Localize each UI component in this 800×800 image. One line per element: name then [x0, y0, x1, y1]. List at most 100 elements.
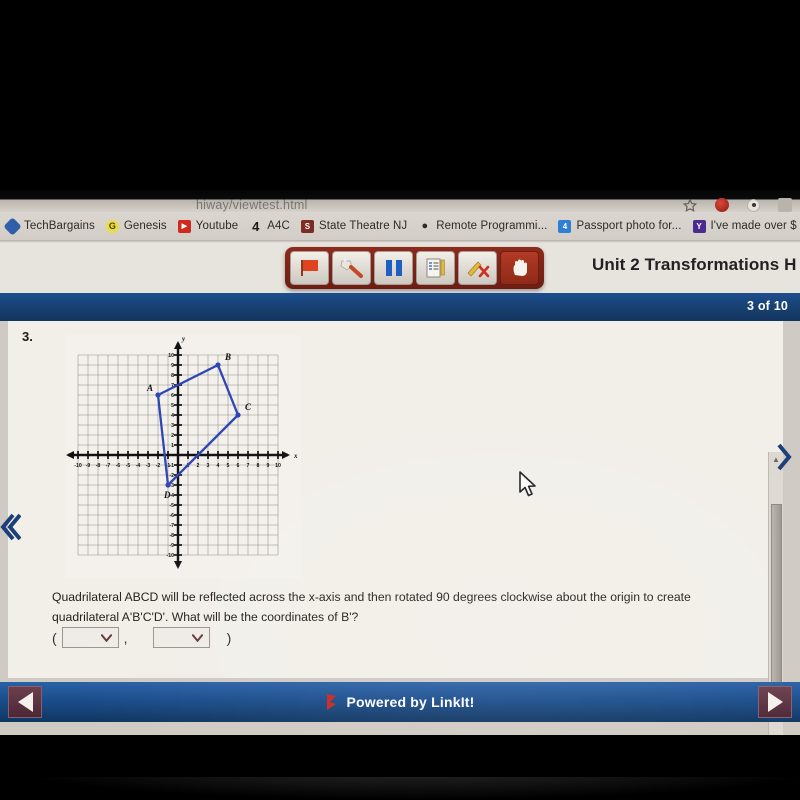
y-tick-label: 9	[171, 363, 174, 369]
test-toolbar-area: Unit 2 Transformations H	[0, 243, 800, 293]
hand-stop-tool-button[interactable]	[500, 251, 539, 285]
x-tick-label: -8	[96, 463, 101, 469]
y-tick-label: -6	[169, 513, 174, 519]
bookmark-passport-photo[interactable]: 4 Passport photo for...	[558, 219, 682, 233]
bookmark-youtube[interactable]: ▶ Youtube	[177, 219, 239, 233]
x-tick-label: 4	[217, 463, 220, 469]
strike-tool-button[interactable]	[458, 251, 497, 285]
monitor-bezel-glow	[0, 777, 800, 800]
test-navigation-bar: Powered by LinkIt!	[0, 682, 800, 722]
bookmark-label: Passport photo for...	[576, 220, 682, 232]
x-tick-label: 3	[207, 463, 210, 469]
y-tick-label: -7	[169, 523, 174, 529]
vertex-point	[215, 362, 221, 368]
x-tick-label: -4	[136, 463, 141, 469]
bookmark-label: Youtube	[195, 220, 239, 232]
y-tick-label: -5	[169, 503, 174, 509]
bookmark-label: A4C	[267, 220, 290, 232]
x-tick-label: -7	[106, 463, 111, 469]
y-tick-label: 3	[171, 423, 174, 429]
bookmark-state-theatre[interactable]: S State Theatre NJ	[300, 219, 408, 233]
vertex-point	[155, 392, 161, 398]
bookmark-remote-programming[interactable]: ● Remote Programmi...	[418, 220, 547, 233]
a4c-icon: 4	[252, 218, 260, 234]
test-tool-palette	[285, 247, 544, 289]
next-question-button[interactable]	[758, 686, 792, 718]
question-number: 3.	[22, 329, 33, 344]
next-section-chevron[interactable]	[772, 440, 796, 474]
x-tick-label: 10	[275, 463, 281, 469]
photo-of-screen: hiway/viewtest.html TechBargains G Genes	[0, 0, 800, 800]
bookmark-label: Genesis	[123, 220, 167, 232]
x-axis-label: x	[293, 452, 298, 460]
youtube-icon: ▶	[177, 219, 191, 233]
bookmark-label: I've made over $	[710, 220, 797, 232]
bookmark-label: State Theatre NJ	[318, 220, 408, 232]
flag-tool-button[interactable]	[290, 251, 329, 285]
x-tick-label: 8	[257, 463, 260, 469]
y-tick-label: 10	[168, 353, 174, 359]
bookmark-techbargains[interactable]: TechBargains	[3, 216, 95, 236]
open-paren: (	[52, 629, 57, 646]
x-tick-label: 7	[247, 463, 250, 469]
browser-url-bar[interactable]: hiway/viewtest.html	[0, 190, 800, 212]
vertex-point	[235, 412, 241, 418]
vertex-label: C	[245, 402, 252, 412]
remote-programming-icon: ●	[421, 220, 429, 232]
x-tick-label: 5	[227, 463, 230, 469]
arrow-cursor	[519, 471, 536, 497]
flag-icon	[300, 260, 318, 276]
notes-tool-button[interactable]	[416, 251, 455, 285]
double-chevron-left-icon	[0, 513, 21, 541]
pencil-strike-icon	[467, 261, 489, 278]
pause-tool-button[interactable]	[374, 251, 413, 285]
answer-y-dropdown[interactable]	[152, 627, 210, 648]
y-tick-label: -8	[169, 533, 174, 539]
x-tick-label: -6	[116, 463, 121, 469]
y-tick-label: -1	[169, 463, 174, 469]
left-triangle-icon	[17, 692, 33, 712]
y-tick-label: 8	[171, 373, 174, 379]
y-tick-label: 4	[171, 413, 174, 419]
bookmark-label: TechBargains	[24, 220, 95, 232]
bookmark-genesis[interactable]: G Genesis	[105, 219, 167, 233]
previous-question-button[interactable]	[8, 686, 42, 718]
answer-input-row: ( , )	[52, 627, 231, 648]
test-title: Unit 2 Transformations H	[592, 255, 797, 274]
graph-background	[66, 335, 301, 578]
url-text: hiway/viewtest.html	[196, 198, 308, 212]
eraser-tool-button[interactable]	[332, 251, 371, 285]
vertex-point	[165, 482, 171, 488]
bookmark-yahoo-money[interactable]: Y I've made over $	[692, 219, 797, 233]
double-chevron-right-icon	[777, 443, 792, 471]
prev-section-chevron[interactable]	[0, 510, 22, 544]
coordinate-graph: -10 -9 -8 -7 -6 -5 -4 -3 -2 -1 1 2 3 4 5 6 7 8 9 10 10 9 8 7 6 5 4…	[66, 335, 301, 578]
chevron-down-icon	[191, 633, 203, 642]
x-tick-label: -3	[146, 463, 151, 469]
answer-x-dropdown[interactable]	[61, 627, 119, 648]
y-tick-label: 5	[171, 403, 174, 409]
linkit-flag-icon	[327, 694, 337, 710]
y-tick-label: 1	[171, 443, 174, 449]
y-tick-label: -9	[169, 543, 174, 549]
bookmark-a4c[interactable]: 4 A4C	[249, 218, 290, 234]
genesis-icon: G	[105, 219, 119, 233]
dot-extension-icon[interactable]	[747, 198, 760, 212]
techbargains-icon	[3, 216, 22, 236]
test-status-bar: 3 of 10	[0, 293, 800, 321]
bookmarks-bar: TechBargains G Genesis ▶ Youtube 4 A4C S…	[0, 212, 800, 240]
y-tick-label: 6	[171, 393, 174, 399]
hand-stop-icon	[513, 259, 527, 276]
star-bookmark-icon[interactable]	[683, 198, 697, 212]
x-tick-label: -2	[156, 463, 161, 469]
right-triangle-icon	[767, 692, 783, 712]
screen-area: hiway/viewtest.html TechBargains G Genes	[0, 190, 800, 735]
question-panel: 3. -10 -9 -8 -7 -6 -5 -4 -3 -2 -1 1 2 3 4 5 6 7 8 9 10 10 9 8 7…	[8, 321, 783, 735]
vertex-label: D	[163, 490, 171, 500]
powered-by-linkit: Powered by LinkIt!	[325, 693, 474, 711]
adblock-icon[interactable]	[715, 198, 729, 212]
powered-label: Powered by LinkIt!	[346, 694, 475, 710]
page-indicator: 3 of 10	[747, 299, 788, 313]
grey-extension-icon[interactable]	[778, 198, 792, 212]
x-tick-label: 2	[197, 463, 200, 469]
